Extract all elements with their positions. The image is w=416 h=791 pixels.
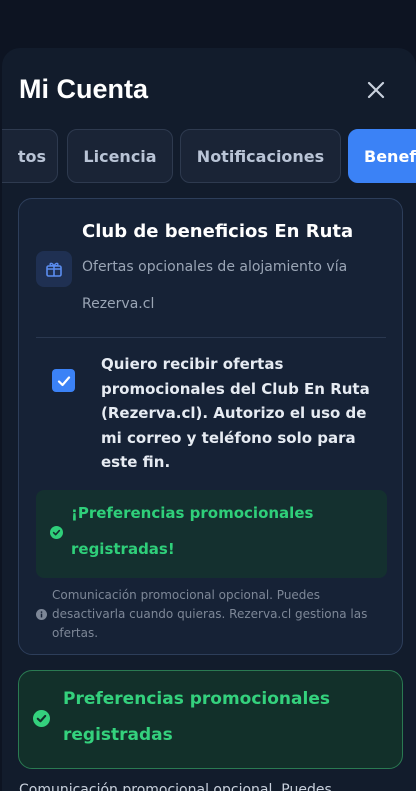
checkmark-icon xyxy=(57,375,70,386)
tab-previous[interactable]: tos xyxy=(2,129,58,183)
tab-notificaciones[interactable]: Notificaciones xyxy=(180,129,341,183)
gift-icon xyxy=(36,251,72,287)
success-message: ¡Preferencias promocionales registradas! xyxy=(71,504,314,558)
consent-checkbox[interactable] xyxy=(52,369,75,392)
close-button[interactable] xyxy=(362,76,390,104)
divider xyxy=(36,337,386,338)
privacy-note: Comunicación promocional opcional. Puede… xyxy=(52,588,368,640)
account-sheet: Mi Cuenta tos Licencia Notificaciones Be… xyxy=(2,48,416,791)
close-icon xyxy=(367,81,385,99)
banner-message: Preferencias promocionales registradas xyxy=(63,689,330,745)
tab-bar: tos Licencia Notificaciones Beneficios xyxy=(2,129,416,185)
page-title: Mi Cuenta xyxy=(19,74,149,104)
page: Mi Cuenta tos Licencia Notificaciones Be… xyxy=(0,0,416,791)
confirmation-banner: Preferencias promocionales registradas xyxy=(18,670,403,769)
tab-licencia[interactable]: Licencia xyxy=(67,129,173,183)
check-circle-icon xyxy=(50,526,63,539)
info-icon xyxy=(36,609,47,620)
partial-footer-text: Comunicación promocional opcional. Puede… xyxy=(19,782,332,791)
tab-beneficios[interactable]: Beneficios xyxy=(348,129,416,183)
benefits-club-card: Club de beneficios En Ruta Ofertas opcio… xyxy=(18,198,403,655)
success-message-box: ¡Preferencias promocionales registradas! xyxy=(36,490,387,578)
check-circle-icon xyxy=(33,710,50,727)
club-title: Club de beneficios En Ruta xyxy=(82,221,354,242)
club-subtitle: Ofertas opcionales de alojamiento vía Re… xyxy=(82,259,348,312)
consent-label[interactable]: Quiero recibir ofertas promocionales del… xyxy=(101,352,391,475)
